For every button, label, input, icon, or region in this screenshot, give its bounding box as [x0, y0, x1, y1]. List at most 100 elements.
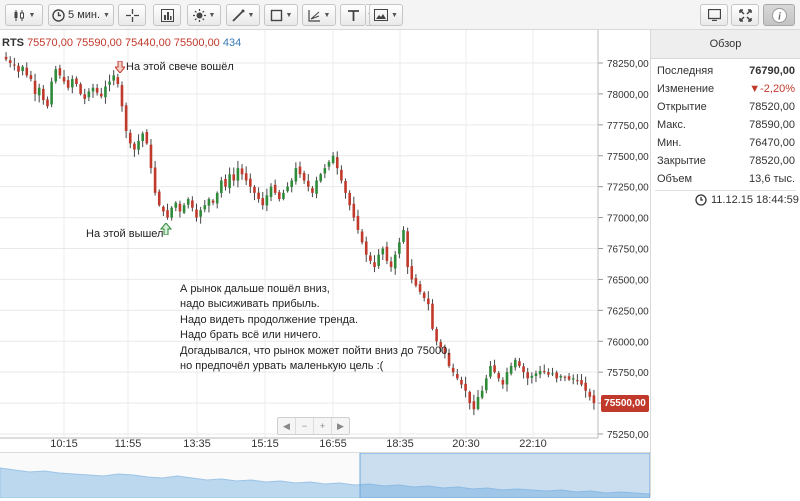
- candle-body: [480, 390, 484, 398]
- candle-body: [348, 192, 351, 206]
- row-value: 76470,00: [749, 137, 795, 149]
- shapes-button[interactable]: ▼: [264, 4, 298, 26]
- row-label: Макс.: [657, 119, 686, 131]
- arrow-up-icon: [160, 223, 172, 235]
- candle-body: [66, 80, 70, 88]
- candle-body: [526, 372, 529, 379]
- candle-body: [42, 88, 45, 101]
- bar-chart-icon: [160, 8, 174, 22]
- panel-divider: [655, 190, 796, 191]
- candle-body: [244, 173, 248, 181]
- crosshair-button[interactable]: [118, 4, 146, 26]
- candle-body: [137, 140, 140, 150]
- candle-body: [178, 203, 182, 212]
- candles-icon: [14, 9, 24, 21]
- candle-body: [501, 379, 505, 385]
- chart-type-button[interactable]: ▼: [5, 4, 43, 26]
- scroll-right-button[interactable]: ▶: [332, 418, 349, 434]
- candle-body: [71, 79, 74, 88]
- timeframe-select[interactable]: 5 мин. ▼: [48, 4, 114, 26]
- text-tool-button[interactable]: [340, 4, 366, 26]
- draw-line-button[interactable]: ▼: [226, 4, 260, 26]
- fullscreen-button[interactable]: [731, 4, 759, 26]
- row-value: 78590,00: [749, 119, 795, 131]
- comment-line: А рынок дальше пошёл вниз,: [180, 283, 330, 295]
- candle-body: [290, 180, 294, 188]
- fibonacci-button[interactable]: ▼: [302, 4, 336, 26]
- candle-body: [29, 75, 33, 80]
- close-value: 75500,00: [173, 37, 220, 49]
- candle-body: [162, 206, 165, 212]
- candle-body: [211, 200, 215, 203]
- chart-canvas[interactable]: 78250,00 78000,00 77750,00 77500,00 77250,00…: [0, 30, 650, 452]
- info-icon: i: [771, 7, 787, 23]
- candle-body: [547, 372, 550, 375]
- row-label: Мин.: [657, 137, 682, 149]
- chevron-down-icon: ▼: [247, 11, 255, 19]
- candle-body: [389, 261, 393, 268]
- y-tick-label: 76000,00: [607, 337, 649, 348]
- timeframe-label: 5 мин.: [68, 9, 101, 21]
- low-value: 75440,00: [124, 37, 171, 49]
- comment-line: Надо видеть продолжение тренда.: [180, 313, 359, 326]
- candle-body: [207, 199, 211, 206]
- candle-body: [46, 99, 49, 107]
- candle-body: [240, 168, 244, 175]
- scroll-left-button[interactable]: ◀: [278, 418, 296, 434]
- chevron-down-icon: ▼: [323, 11, 331, 19]
- candle-body: [13, 64, 16, 66]
- candle-body: [62, 76, 66, 82]
- candle-body: [344, 181, 347, 193]
- navigator-window[interactable]: [359, 452, 651, 499]
- candle-body: [360, 231, 364, 243]
- timestamp-value: 11.12.15 18:44:59: [711, 194, 799, 206]
- y-tick-label: 76750,00: [607, 245, 649, 256]
- navigator-canvas[interactable]: [0, 452, 651, 499]
- candle-body: [580, 380, 583, 385]
- comment-line: но предпочёл урвать маленькую цель :(: [180, 360, 384, 373]
- candle-body: [145, 132, 149, 144]
- image-button[interactable]: ▼: [369, 4, 403, 26]
- comment-line: Догадывался, что рынок может пойти вниз …: [180, 344, 451, 357]
- row-high: Макс. 78590,00: [657, 116, 795, 134]
- candle-body: [476, 396, 480, 410]
- candle-body: [186, 199, 190, 205]
- zoom-out-button[interactable]: −: [296, 418, 314, 434]
- candle-body: [91, 87, 95, 92]
- x-tick-label: 13:35: [183, 438, 211, 450]
- clock-icon: [695, 194, 707, 206]
- panel-title: Обзор: [651, 30, 800, 59]
- candle-body: [4, 56, 8, 60]
- zoom-in-button[interactable]: +: [314, 418, 332, 434]
- candle-body: [166, 210, 169, 218]
- y-tick-label: 77250,00: [607, 183, 649, 194]
- candle-body: [108, 81, 111, 85]
- screenshot-button[interactable]: [700, 4, 728, 26]
- candle-body: [37, 87, 41, 96]
- candle-body: [95, 87, 99, 93]
- candle-body: [315, 180, 318, 194]
- candle-body: [282, 192, 285, 199]
- row-value: 76790,00: [749, 65, 795, 77]
- studies-button[interactable]: ▼: [187, 4, 221, 26]
- candle-body: [17, 65, 20, 72]
- candle-body: [220, 180, 223, 194]
- candle-body: [232, 174, 236, 181]
- candle-body: [87, 91, 91, 98]
- range-navigator[interactable]: [0, 452, 651, 499]
- candle-body: [493, 365, 496, 373]
- candle-body: [99, 93, 103, 97]
- info-panel-button[interactable]: i: [763, 4, 795, 26]
- image-icon: [374, 9, 389, 21]
- y-tick-label: 77750,00: [607, 121, 649, 132]
- indicators-button[interactable]: [153, 4, 181, 26]
- candle-body: [381, 248, 385, 255]
- candle-body: [191, 200, 194, 208]
- candle-body: [170, 207, 173, 218]
- candle-body: [261, 198, 265, 206]
- price-chart[interactable]: 78250,00 78000,00 77750,00 77500,00 77250,00…: [0, 30, 650, 452]
- row-value: ▼-2,20%: [749, 83, 795, 95]
- candle-body: [538, 370, 542, 375]
- candle-body: [377, 254, 380, 266]
- candle-body: [257, 192, 260, 200]
